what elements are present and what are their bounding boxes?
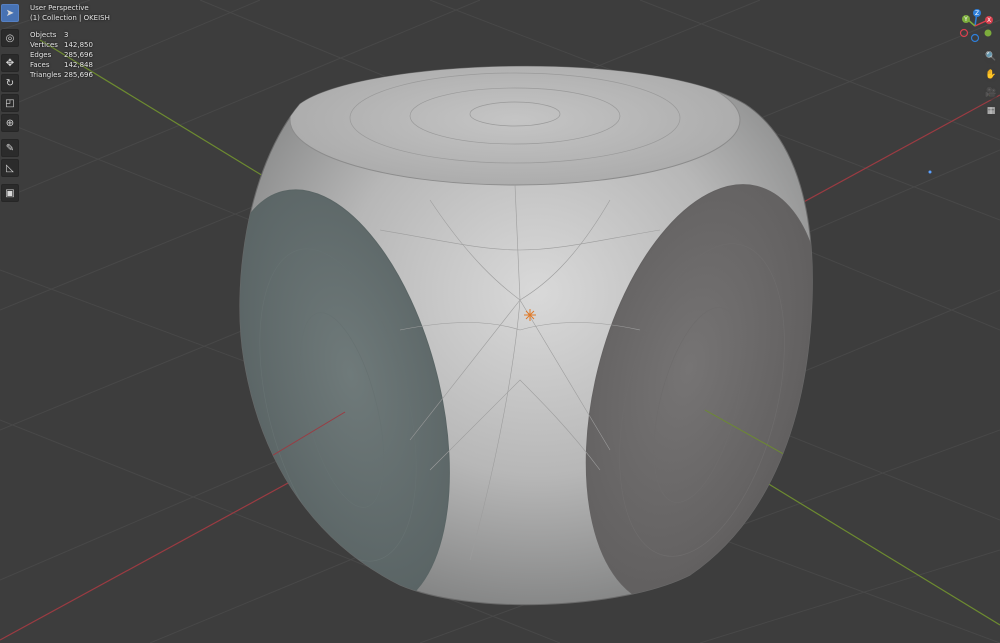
stat-row: Edges 285,696 [30, 51, 93, 59]
rounded-cube-mesh[interactable] [181, 55, 864, 634]
light-object-icon[interactable] [928, 170, 932, 174]
measure-tool[interactable]: ◺ [1, 159, 19, 177]
annotate-tool[interactable]: ✎ [1, 139, 19, 157]
camera-icon[interactable]: 🎥 [984, 86, 998, 100]
stat-row: Faces 142,848 [30, 61, 93, 69]
add-cube-tool[interactable]: ▣ [1, 184, 19, 202]
stat-row: Triangles 285,696 [30, 71, 93, 79]
view-mode-label: User Perspective [30, 4, 89, 12]
select-box-tool[interactable]: ➤ [1, 4, 19, 22]
stat-row: Objects 3 [30, 31, 69, 39]
tool-shelf: ➤ ◎ ✥ ↻ ◰ ⊕ ✎ ◺ ▣ [0, 4, 22, 204]
scene-statistics: Objects 3 Vertices 142,850 Edges 285,696 Fa… [30, 30, 110, 80]
svg-text:Y: Y [963, 16, 968, 23]
3d-viewport[interactable] [0, 0, 1000, 643]
transform-tool[interactable]: ⊕ [1, 114, 19, 132]
scale-tool[interactable]: ◰ [1, 94, 19, 112]
pan-hand-icon[interactable]: ✋ [984, 68, 998, 82]
rotate-tool[interactable]: ↻ [1, 74, 19, 92]
viewport-nav-buttons: 🔍 ✋ 🎥 ▦ [984, 50, 1000, 122]
top-face [289, 66, 741, 186]
move-tool[interactable]: ✥ [1, 54, 19, 72]
zoom-icon[interactable]: 🔍 [984, 50, 998, 64]
viewport-info: User Perspective (1) Collection | OKEISH… [30, 3, 110, 80]
svg-text:Z: Z [975, 10, 979, 17]
collection-label: (1) Collection | OKEISH [30, 14, 110, 22]
cursor-tool[interactable]: ◎ [1, 29, 19, 47]
svg-text:X: X [987, 17, 991, 24]
stat-row: Vertices 142,850 [30, 41, 93, 49]
perspective-grid-icon[interactable]: ▦ [984, 104, 998, 118]
navigation-gizmo[interactable]: Z Y X [955, 8, 995, 44]
